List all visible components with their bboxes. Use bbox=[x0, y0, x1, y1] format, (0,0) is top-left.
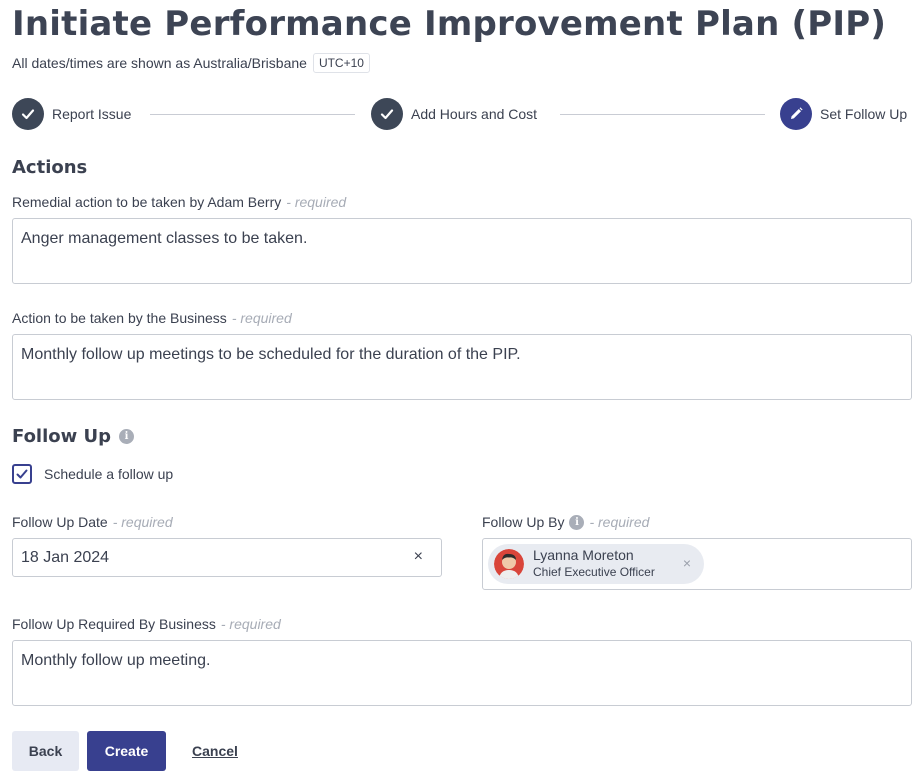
schedule-follow-up-checkbox[interactable] bbox=[12, 464, 32, 484]
person-name: Lyanna Moreton bbox=[533, 547, 634, 563]
follow-up-date-label: Follow Up Date - required bbox=[12, 514, 173, 530]
cancel-button[interactable]: Cancel bbox=[182, 731, 248, 771]
remove-person-icon[interactable]: × bbox=[683, 555, 691, 571]
step-label: Add Hours and Cost bbox=[411, 106, 538, 122]
required-by-business-textarea[interactable]: Monthly follow up meeting. bbox=[12, 640, 912, 706]
label-text: Action to be taken by the Business bbox=[12, 310, 227, 326]
step-report-issue[interactable]: Report Issue bbox=[12, 98, 131, 130]
timezone-badge: UTC+10 bbox=[312, 53, 370, 73]
check-icon bbox=[371, 98, 403, 130]
timezone-note: All dates/times are shown as Australia/B… bbox=[12, 55, 307, 71]
label-text: Follow Up Required By Business bbox=[12, 616, 216, 632]
required-hint: - required bbox=[589, 514, 650, 530]
required-hint: - required bbox=[112, 514, 173, 530]
back-button[interactable]: Back bbox=[12, 731, 79, 771]
timezone-row: All dates/times are shown as Australia/B… bbox=[12, 53, 370, 73]
step-label: Report Issue bbox=[52, 106, 132, 122]
required-hint: - required bbox=[286, 194, 347, 210]
label-text: Remedial action to be taken by Adam Berr… bbox=[12, 194, 282, 210]
label-text: Follow Up By bbox=[482, 514, 565, 530]
step-add-hours-and-cost[interactable]: Add Hours and Cost bbox=[371, 98, 537, 130]
page-title: Initiate Performance Improvement Plan (P… bbox=[12, 4, 887, 44]
avatar bbox=[494, 549, 524, 579]
business-action-label: Action to be taken by the Business - req… bbox=[12, 310, 292, 326]
create-button[interactable]: Create bbox=[87, 731, 166, 771]
follow-up-by-select[interactable]: Lyanna Moreton Chief Executive Officer × bbox=[482, 538, 912, 590]
label-text: Follow Up Date bbox=[12, 514, 108, 530]
person-role: Chief Executive Officer bbox=[533, 565, 655, 579]
stepper: Report Issue Add Hours and Cost Set Foll… bbox=[12, 98, 912, 132]
schedule-follow-up-label[interactable]: Schedule a follow up bbox=[44, 466, 173, 482]
step-set-follow-up[interactable]: Set Follow Up bbox=[780, 98, 907, 130]
required-hint: - required bbox=[220, 616, 281, 632]
follow-up-heading-text: Follow Up bbox=[12, 426, 112, 447]
check-icon bbox=[12, 98, 44, 130]
required-hint: - required bbox=[231, 310, 292, 326]
remedial-action-label: Remedial action to be taken by Adam Berr… bbox=[12, 194, 346, 210]
pencil-icon bbox=[780, 98, 812, 130]
follow-up-by-label: Follow Up By i - required bbox=[482, 514, 649, 530]
checkmark-icon bbox=[16, 469, 28, 479]
person-info: Lyanna Moreton Chief Executive Officer bbox=[533, 547, 655, 581]
step-label: Set Follow Up bbox=[820, 106, 908, 122]
actions-heading: Actions bbox=[12, 157, 88, 178]
date-value: 18 Jan 2024 bbox=[21, 548, 110, 566]
step-connector bbox=[150, 114, 355, 115]
step-connector bbox=[560, 114, 765, 115]
info-icon[interactable]: i bbox=[119, 429, 135, 444]
info-icon[interactable]: i bbox=[569, 514, 585, 530]
required-by-business-label: Follow Up Required By Business - require… bbox=[12, 616, 281, 632]
clear-date-icon[interactable]: × bbox=[414, 548, 423, 566]
follow-up-date-input[interactable]: 18 Jan 2024 × bbox=[12, 538, 442, 577]
business-action-textarea[interactable]: Monthly follow up meetings to be schedul… bbox=[12, 334, 912, 400]
follow-up-heading: Follow Up i bbox=[12, 426, 135, 447]
remedial-action-textarea[interactable]: Anger management classes to be taken. bbox=[12, 218, 912, 284]
selected-person-chip[interactable]: Lyanna Moreton Chief Executive Officer × bbox=[488, 544, 704, 584]
